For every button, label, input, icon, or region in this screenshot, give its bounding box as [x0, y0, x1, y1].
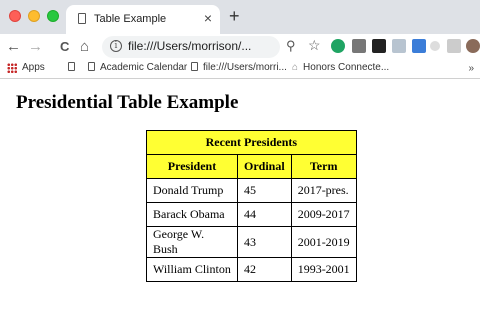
table-cell: 2001-2019 — [290, 226, 357, 258]
document-icon — [78, 13, 86, 24]
bookmark-honors[interactable]: ⌂ Honors Connecte... — [292, 62, 389, 73]
document-icon — [68, 62, 75, 71]
extension-icon[interactable] — [392, 39, 406, 53]
tab-table-example[interactable]: Table Example × — [66, 5, 220, 34]
table-cell: Donald Trump — [146, 178, 238, 203]
table-row: George W. Bush 43 2001-2019 — [146, 226, 357, 258]
table-cell: William Clinton — [146, 257, 238, 282]
table-cell: 2009-2017 — [290, 202, 357, 227]
extension-icon[interactable] — [412, 39, 426, 53]
zoom-icon[interactable]: ⚲ — [286, 38, 296, 54]
close-window-button[interactable] — [9, 10, 21, 22]
table-cell: George W. Bush — [146, 226, 238, 258]
table-caption: Recent Presidents — [146, 130, 357, 155]
new-tab-button[interactable]: + — [229, 7, 240, 25]
table-cell: 44 — [237, 202, 292, 227]
avatar[interactable] — [466, 39, 480, 53]
presidents-table: Recent Presidents President Ordinal Term… — [146, 130, 357, 282]
bookmark-academic-calendar[interactable]: Academic Calendar — [88, 62, 187, 73]
bookmark-apps[interactable]: Apps — [22, 62, 45, 73]
bookmark-label: Honors Connecte... — [303, 62, 390, 73]
column-header: President — [146, 154, 238, 179]
bookmark-label: Academic Calendar — [100, 62, 188, 73]
table-cell: 43 — [237, 226, 292, 258]
honors-icon: ⌂ — [292, 62, 299, 73]
table-caption-row: Recent Presidents — [146, 130, 357, 155]
tab-strip: Table Example × + — [0, 0, 480, 34]
table-row: Donald Trump 45 2017-pres. — [146, 178, 357, 203]
column-header: Ordinal — [237, 154, 292, 179]
document-icon — [191, 62, 198, 71]
forward-icon[interactable]: → — [28, 38, 43, 56]
back-icon[interactable]: ← — [6, 38, 21, 56]
tab-close-icon[interactable]: × — [204, 11, 212, 25]
extension-icon[interactable] — [430, 41, 440, 51]
vimeo-icon[interactable] — [372, 39, 386, 53]
table-cell: 1993-2001 — [290, 257, 357, 282]
browser-toolbar: ← → C ⌂ i file:///Users/morrison/... ⚲ ☆ — [0, 34, 480, 60]
page-title: Presidential Table Example — [16, 92, 239, 113]
bookmark-file[interactable]: file:///Users/morri... — [191, 62, 287, 73]
table-cell: 2017-pres. — [290, 178, 357, 203]
bookmark-label: file:///Users/morri... — [203, 62, 287, 73]
table-cell: 42 — [237, 257, 292, 282]
grammarly-icon[interactable] — [331, 39, 345, 53]
info-icon[interactable]: i — [110, 40, 122, 52]
address-bar[interactable]: i file:///Users/morrison/... — [102, 36, 280, 58]
extension-icon[interactable] — [352, 39, 366, 53]
minimize-window-button[interactable] — [28, 10, 40, 22]
extension-icon[interactable] — [447, 39, 461, 53]
column-header: Term — [290, 154, 357, 179]
url-text[interactable]: file:///Users/morrison/... — [128, 39, 251, 53]
maximize-window-button[interactable] — [47, 10, 59, 22]
reload-icon[interactable]: C — [60, 38, 69, 56]
bookmarks-bar: Apps Academic Calendar file:///Users/mor… — [0, 60, 480, 79]
table-cell: 45 — [237, 178, 292, 203]
table-cell: Barack Obama — [146, 202, 238, 227]
table-header-row: President Ordinal Term — [146, 154, 357, 179]
apps-grid-icon — [7, 63, 17, 73]
home-icon[interactable]: ⌂ — [80, 38, 89, 56]
more-bookmarks-icon[interactable]: » — [468, 63, 474, 74]
tab-title: Table Example — [94, 13, 167, 25]
table-row: Barack Obama 44 2009-2017 — [146, 202, 357, 227]
bookmark-star-icon[interactable]: ☆ — [308, 37, 321, 54]
bookmark-blank[interactable] — [68, 62, 80, 73]
document-icon — [88, 62, 95, 71]
table-row: William Clinton 42 1993-2001 — [146, 257, 357, 282]
